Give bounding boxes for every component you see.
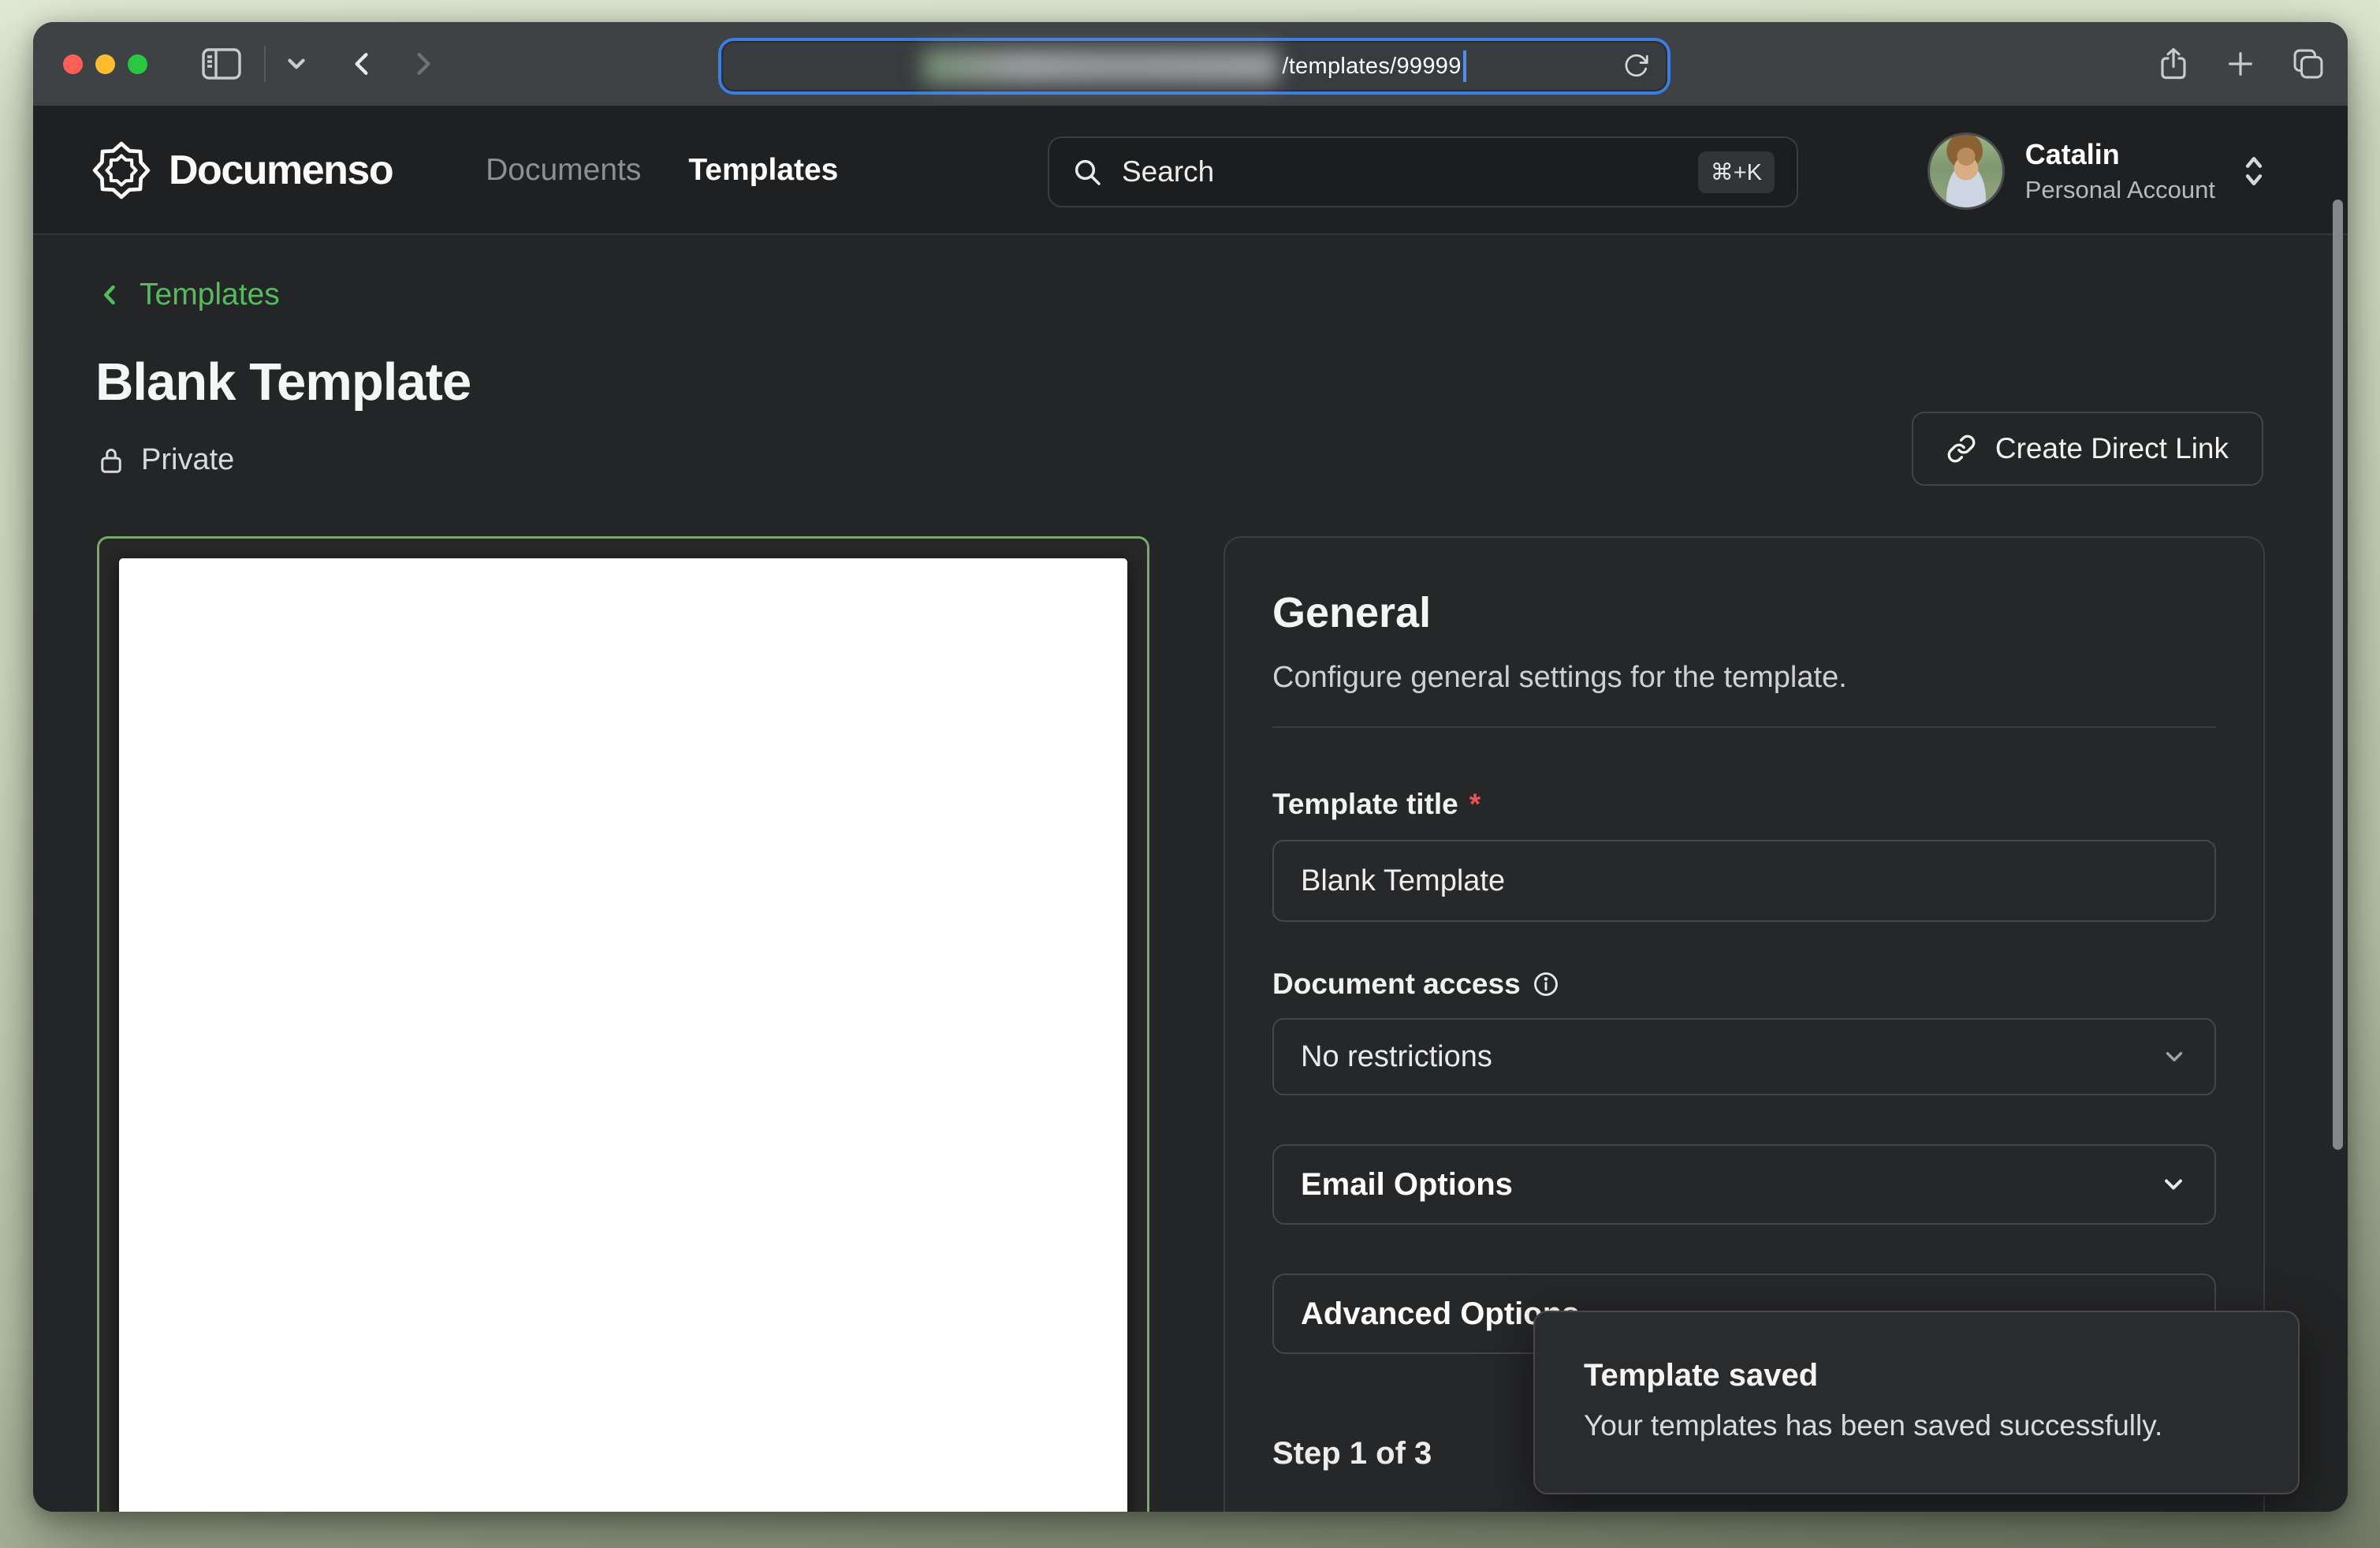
document-preview-card — [97, 536, 1149, 1512]
search-placeholder: Search — [1122, 155, 1698, 188]
toast-message: Your templates has been saved successful… — [1584, 1409, 2298, 1442]
chevron-down-icon — [2159, 1170, 2188, 1199]
visibility-label: Private — [141, 443, 234, 477]
info-icon[interactable] — [1532, 970, 1560, 998]
browser-window: /templates/99999 — [33, 22, 2348, 1512]
email-options-accordion[interactable]: Email Options — [1272, 1144, 2216, 1225]
nav-templates[interactable]: Templates — [688, 153, 838, 188]
sidebar-icon[interactable] — [201, 47, 242, 81]
back-link-label: Templates — [140, 278, 280, 312]
avatar — [1927, 132, 2005, 210]
chevron-down-icon — [2161, 1043, 2188, 1070]
document-access-label: Document access — [1272, 968, 2216, 1001]
traffic-minimize-button[interactable] — [95, 54, 115, 74]
share-icon[interactable] — [2157, 46, 2190, 82]
url-bar[interactable]: /templates/99999 — [721, 41, 1667, 91]
lock-icon — [97, 445, 125, 476]
browser-toolbar: /templates/99999 — [33, 22, 2348, 107]
documenso-logo-icon — [91, 140, 151, 200]
traffic-close-button[interactable] — [63, 54, 83, 74]
user-name: Catalin — [2025, 138, 2215, 171]
chevrons-up-down-icon — [2239, 151, 2269, 192]
back-icon[interactable] — [348, 47, 379, 81]
traffic-zoom-button[interactable] — [128, 54, 147, 74]
back-to-templates-link[interactable]: Templates — [97, 278, 280, 312]
document-access-select[interactable]: No restrictions — [1272, 1018, 2216, 1095]
nav-documents[interactable]: Documents — [486, 153, 641, 188]
template-title-input[interactable] — [1272, 840, 2216, 922]
user-menu[interactable]: Catalin Personal Account — [1927, 132, 2269, 210]
vertical-scrollbar[interactable] — [2333, 200, 2343, 1150]
email-options-label: Email Options — [1301, 1167, 1513, 1203]
brand-name: Documenso — [169, 147, 393, 194]
panel-divider — [1272, 726, 2216, 728]
create-direct-link-button[interactable]: Create Direct Link — [1912, 412, 2263, 486]
toast-notification: Template saved Your templates has been s… — [1533, 1311, 2300, 1494]
panel-title: General — [1272, 588, 2216, 637]
new-tab-icon[interactable] — [2225, 48, 2256, 80]
visibility-row: Private — [97, 443, 234, 477]
brand-logo[interactable]: Documenso — [91, 140, 393, 200]
search-icon — [1071, 156, 1103, 188]
search-shortcut-badge: ⌘+K — [1698, 151, 1775, 193]
panel-description: Configure general settings for the templ… — [1272, 661, 2216, 695]
page-title: Blank Template — [95, 352, 471, 412]
text-caret — [1463, 50, 1466, 82]
chevron-down-icon[interactable] — [283, 50, 310, 77]
tab-overview-icon[interactable] — [2291, 47, 2326, 81]
url-path-text: /templates/99999 — [1282, 54, 1461, 80]
page-content: Templates Blank Template Private Create … — [33, 237, 2348, 1512]
required-asterisk: * — [1469, 788, 1481, 821]
create-direct-link-label: Create Direct Link — [1995, 432, 2229, 465]
app-header: Documenso Documents Templates Search ⌘+K… — [33, 107, 2348, 235]
chevron-left-icon — [97, 279, 124, 311]
document-preview-page — [119, 558, 1127, 1512]
template-title-label: Template title * — [1272, 788, 2216, 821]
toast-title: Template saved — [1584, 1358, 2298, 1393]
main-nav: Documents Templates — [486, 153, 838, 188]
link-icon — [1946, 434, 1976, 464]
user-account-type: Personal Account — [2025, 176, 2215, 204]
url-blurred-domain — [922, 49, 1279, 84]
reload-icon[interactable] — [1622, 52, 1650, 80]
document-access-value: No restrictions — [1301, 1040, 1492, 1074]
forward-icon[interactable] — [406, 47, 438, 81]
search-input[interactable]: Search ⌘+K — [1048, 136, 1798, 207]
toolbar-divider — [264, 46, 266, 82]
